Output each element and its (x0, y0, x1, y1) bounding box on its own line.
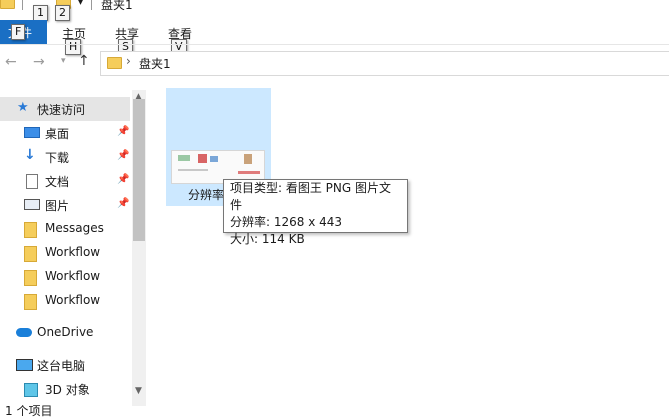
pin-icon[interactable]: 📌 (117, 198, 129, 209)
sidebar-item-label: 图片 (45, 199, 70, 213)
sidebar-item-label: Workflow (45, 245, 101, 259)
sidebar-item-label: 桌面 (45, 127, 70, 141)
sidebar-item-workflow[interactable]: Workflow (0, 289, 130, 313)
breadcrumb-chevron-icon[interactable]: › (126, 54, 131, 68)
chevron-down-icon[interactable]: ▾ (78, 0, 83, 8)
file-tooltip: 项目类型: 看图王 PNG 图片文件 分辨率: 1268 x 443 大小: 1… (223, 179, 408, 246)
folder-icon (24, 270, 37, 286)
keytip-file: F (11, 24, 26, 40)
sidebar-item-downloads[interactable]: ↓ 下载 📌 (0, 145, 130, 169)
pin-icon[interactable]: 📌 (117, 150, 129, 161)
document-icon (26, 174, 38, 189)
window-title: 盘夹1 (101, 0, 133, 12)
title-bar: ▾ 盘夹1 1 2 (0, 0, 669, 21)
thumb-detail (244, 154, 252, 164)
folder-icon (24, 294, 37, 310)
sidebar-item-label: Workflow (45, 269, 101, 283)
file-name: 分辨率 (188, 188, 225, 202)
scroll-down-icon[interactable]: ▼ (135, 386, 142, 396)
sidebar-item-label: OneDrive (37, 325, 94, 339)
3d-objects-icon (24, 383, 38, 397)
thumb-detail (178, 155, 190, 161)
sidebar-item-workflow[interactable]: Workflow (0, 241, 130, 265)
thumb-detail (210, 156, 218, 162)
sidebar-item-label: 快速访问 (37, 103, 86, 117)
thumb-detail (238, 171, 260, 174)
scrollbar-thumb[interactable] (133, 99, 145, 241)
folder-icon (24, 222, 37, 238)
sidebar-item-3d-objects[interactable]: 3D 对象 (0, 377, 130, 401)
pin-icon[interactable]: 📌 (117, 126, 129, 137)
sidebar-item-label: Messages (45, 221, 104, 235)
sidebar-item-documents[interactable]: 文档 📌 (0, 169, 130, 193)
download-icon: ↓ (24, 147, 36, 163)
folder-icon (107, 57, 122, 69)
sidebar-item-messages[interactable]: Messages (0, 217, 130, 241)
back-button[interactable]: ← (5, 54, 17, 70)
star-icon: ★ (17, 100, 29, 115)
tooltip-item-type: 项目类型: 看图王 PNG 图片文件 (230, 181, 391, 212)
sidebar-item-onedrive[interactable]: OneDrive (0, 321, 130, 345)
sidebar-item-label: Workflow (45, 293, 101, 307)
divider (22, 0, 23, 10)
keytip-1: 1 (33, 5, 48, 21)
tooltip-size: 大小: 114 KB (230, 232, 305, 246)
divider (0, 44, 669, 45)
pin-icon[interactable]: 📌 (117, 174, 129, 185)
folder-icon (0, 0, 15, 9)
sidebar-item-workflow[interactable]: Workflow (0, 265, 130, 289)
folder-icon (24, 246, 37, 262)
sidebar-item-this-pc[interactable]: 这台电脑 (0, 353, 130, 377)
forward-button[interactable]: → (33, 54, 45, 70)
sidebar-item-label: 文档 (45, 175, 70, 189)
picture-icon (24, 199, 40, 210)
thumb-detail (198, 154, 207, 163)
up-button[interactable]: ↑ (78, 53, 90, 69)
sidebar-item-desktop[interactable]: 桌面 📌 (0, 121, 130, 145)
recent-chevron-icon[interactable]: ▾ (61, 56, 66, 66)
sidebar-item-pictures[interactable]: 图片 📌 (0, 193, 130, 217)
computer-icon (16, 359, 33, 371)
address-bar[interactable]: › 盘夹1 (100, 51, 669, 76)
divider (91, 0, 92, 10)
sidebar-item-quick-access[interactable]: ★ 快速访问 (0, 97, 130, 121)
sidebar-item-label: 这台电脑 (37, 359, 86, 373)
sidebar-item-label: 下载 (45, 151, 70, 165)
sidebar-item-label: 3D 对象 (45, 383, 90, 397)
breadcrumb[interactable]: 盘夹1 (139, 55, 171, 72)
cloud-icon (16, 328, 32, 337)
thumb-detail (178, 169, 208, 171)
tooltip-resolution: 分辨率: 1268 x 443 (230, 215, 343, 229)
desktop-icon (24, 127, 40, 138)
keytip-2: 2 (55, 5, 70, 21)
